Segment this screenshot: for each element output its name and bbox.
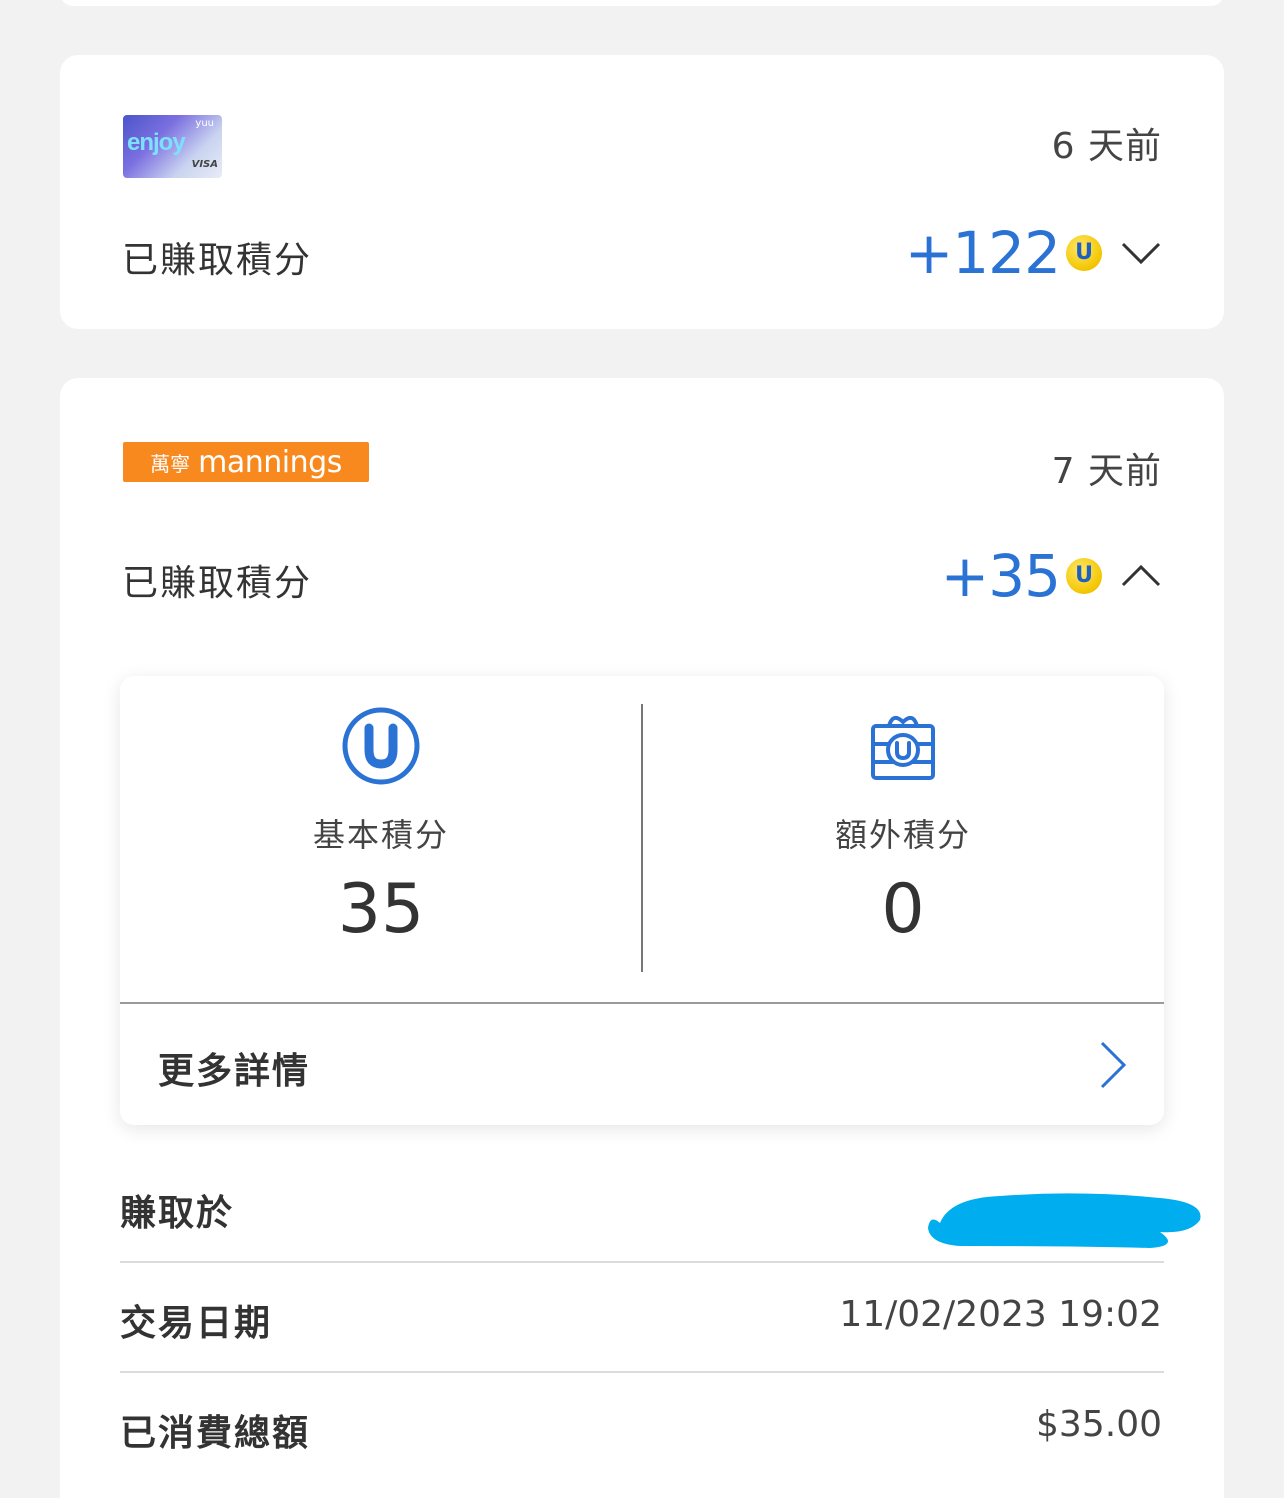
redacted-value bbox=[928, 1193, 1201, 1248]
transaction-card[interactable]: 萬寧 mannings 7 天前 已賺取積分 +35 U 基本積分 35 額外積… bbox=[60, 378, 1224, 1498]
yuu-points-icon bbox=[342, 707, 420, 785]
chevron-up-icon[interactable] bbox=[1120, 555, 1162, 597]
yuu-coin-icon: U bbox=[1066, 235, 1102, 271]
yuu-coin-icon: U bbox=[1066, 558, 1102, 594]
basic-points-column: 基本積分 35 bbox=[120, 676, 642, 974]
more-details-label: 更多詳情 bbox=[158, 1051, 311, 1092]
earned-points-label: 已賺取積分 bbox=[122, 563, 313, 604]
credit-card-logo: yuu enjoy VISA bbox=[123, 115, 222, 178]
gift-points-icon bbox=[871, 715, 935, 780]
total-spent-label: 已消費總額 bbox=[120, 1413, 311, 1454]
chevron-right-icon[interactable] bbox=[1098, 1040, 1128, 1090]
extra-points-label: 額外積分 bbox=[834, 816, 971, 854]
basic-points-value: 35 bbox=[337, 870, 425, 949]
transaction-date-value: 11/02/2023 19:02 bbox=[839, 1294, 1162, 1335]
more-details-row[interactable]: 更多詳情 bbox=[120, 1004, 1164, 1125]
mannings-logo: 萬寧 mannings bbox=[123, 442, 369, 482]
points-value: +35 bbox=[940, 542, 1061, 610]
total-spent-value: $35.00 bbox=[1036, 1404, 1162, 1445]
chevron-down-icon[interactable] bbox=[1120, 232, 1162, 274]
divider bbox=[120, 1371, 1164, 1373]
transaction-card[interactable]: yuu enjoy VISA 6 天前 已賺取積分 +122 U bbox=[60, 55, 1224, 329]
points-breakdown-panel: 基本積分 35 額外積分 0 更多詳情 bbox=[120, 676, 1164, 1125]
earned-at-label: 賺取於 bbox=[120, 1193, 235, 1234]
points-value: +122 bbox=[904, 219, 1061, 287]
extra-points-column: 額外積分 0 bbox=[642, 676, 1164, 974]
previous-transaction-card bbox=[60, 0, 1224, 6]
divider bbox=[120, 1261, 1164, 1263]
points-row[interactable]: +122 U bbox=[905, 219, 1162, 287]
time-ago: 7 天前 bbox=[1051, 451, 1162, 492]
transaction-date-label: 交易日期 bbox=[120, 1303, 273, 1344]
earned-points-label: 已賺取積分 bbox=[122, 240, 313, 281]
time-ago: 6 天前 bbox=[1051, 126, 1162, 167]
extra-points-value: 0 bbox=[881, 870, 925, 949]
points-row[interactable]: +35 U bbox=[941, 542, 1162, 610]
basic-points-label: 基本積分 bbox=[312, 816, 449, 854]
